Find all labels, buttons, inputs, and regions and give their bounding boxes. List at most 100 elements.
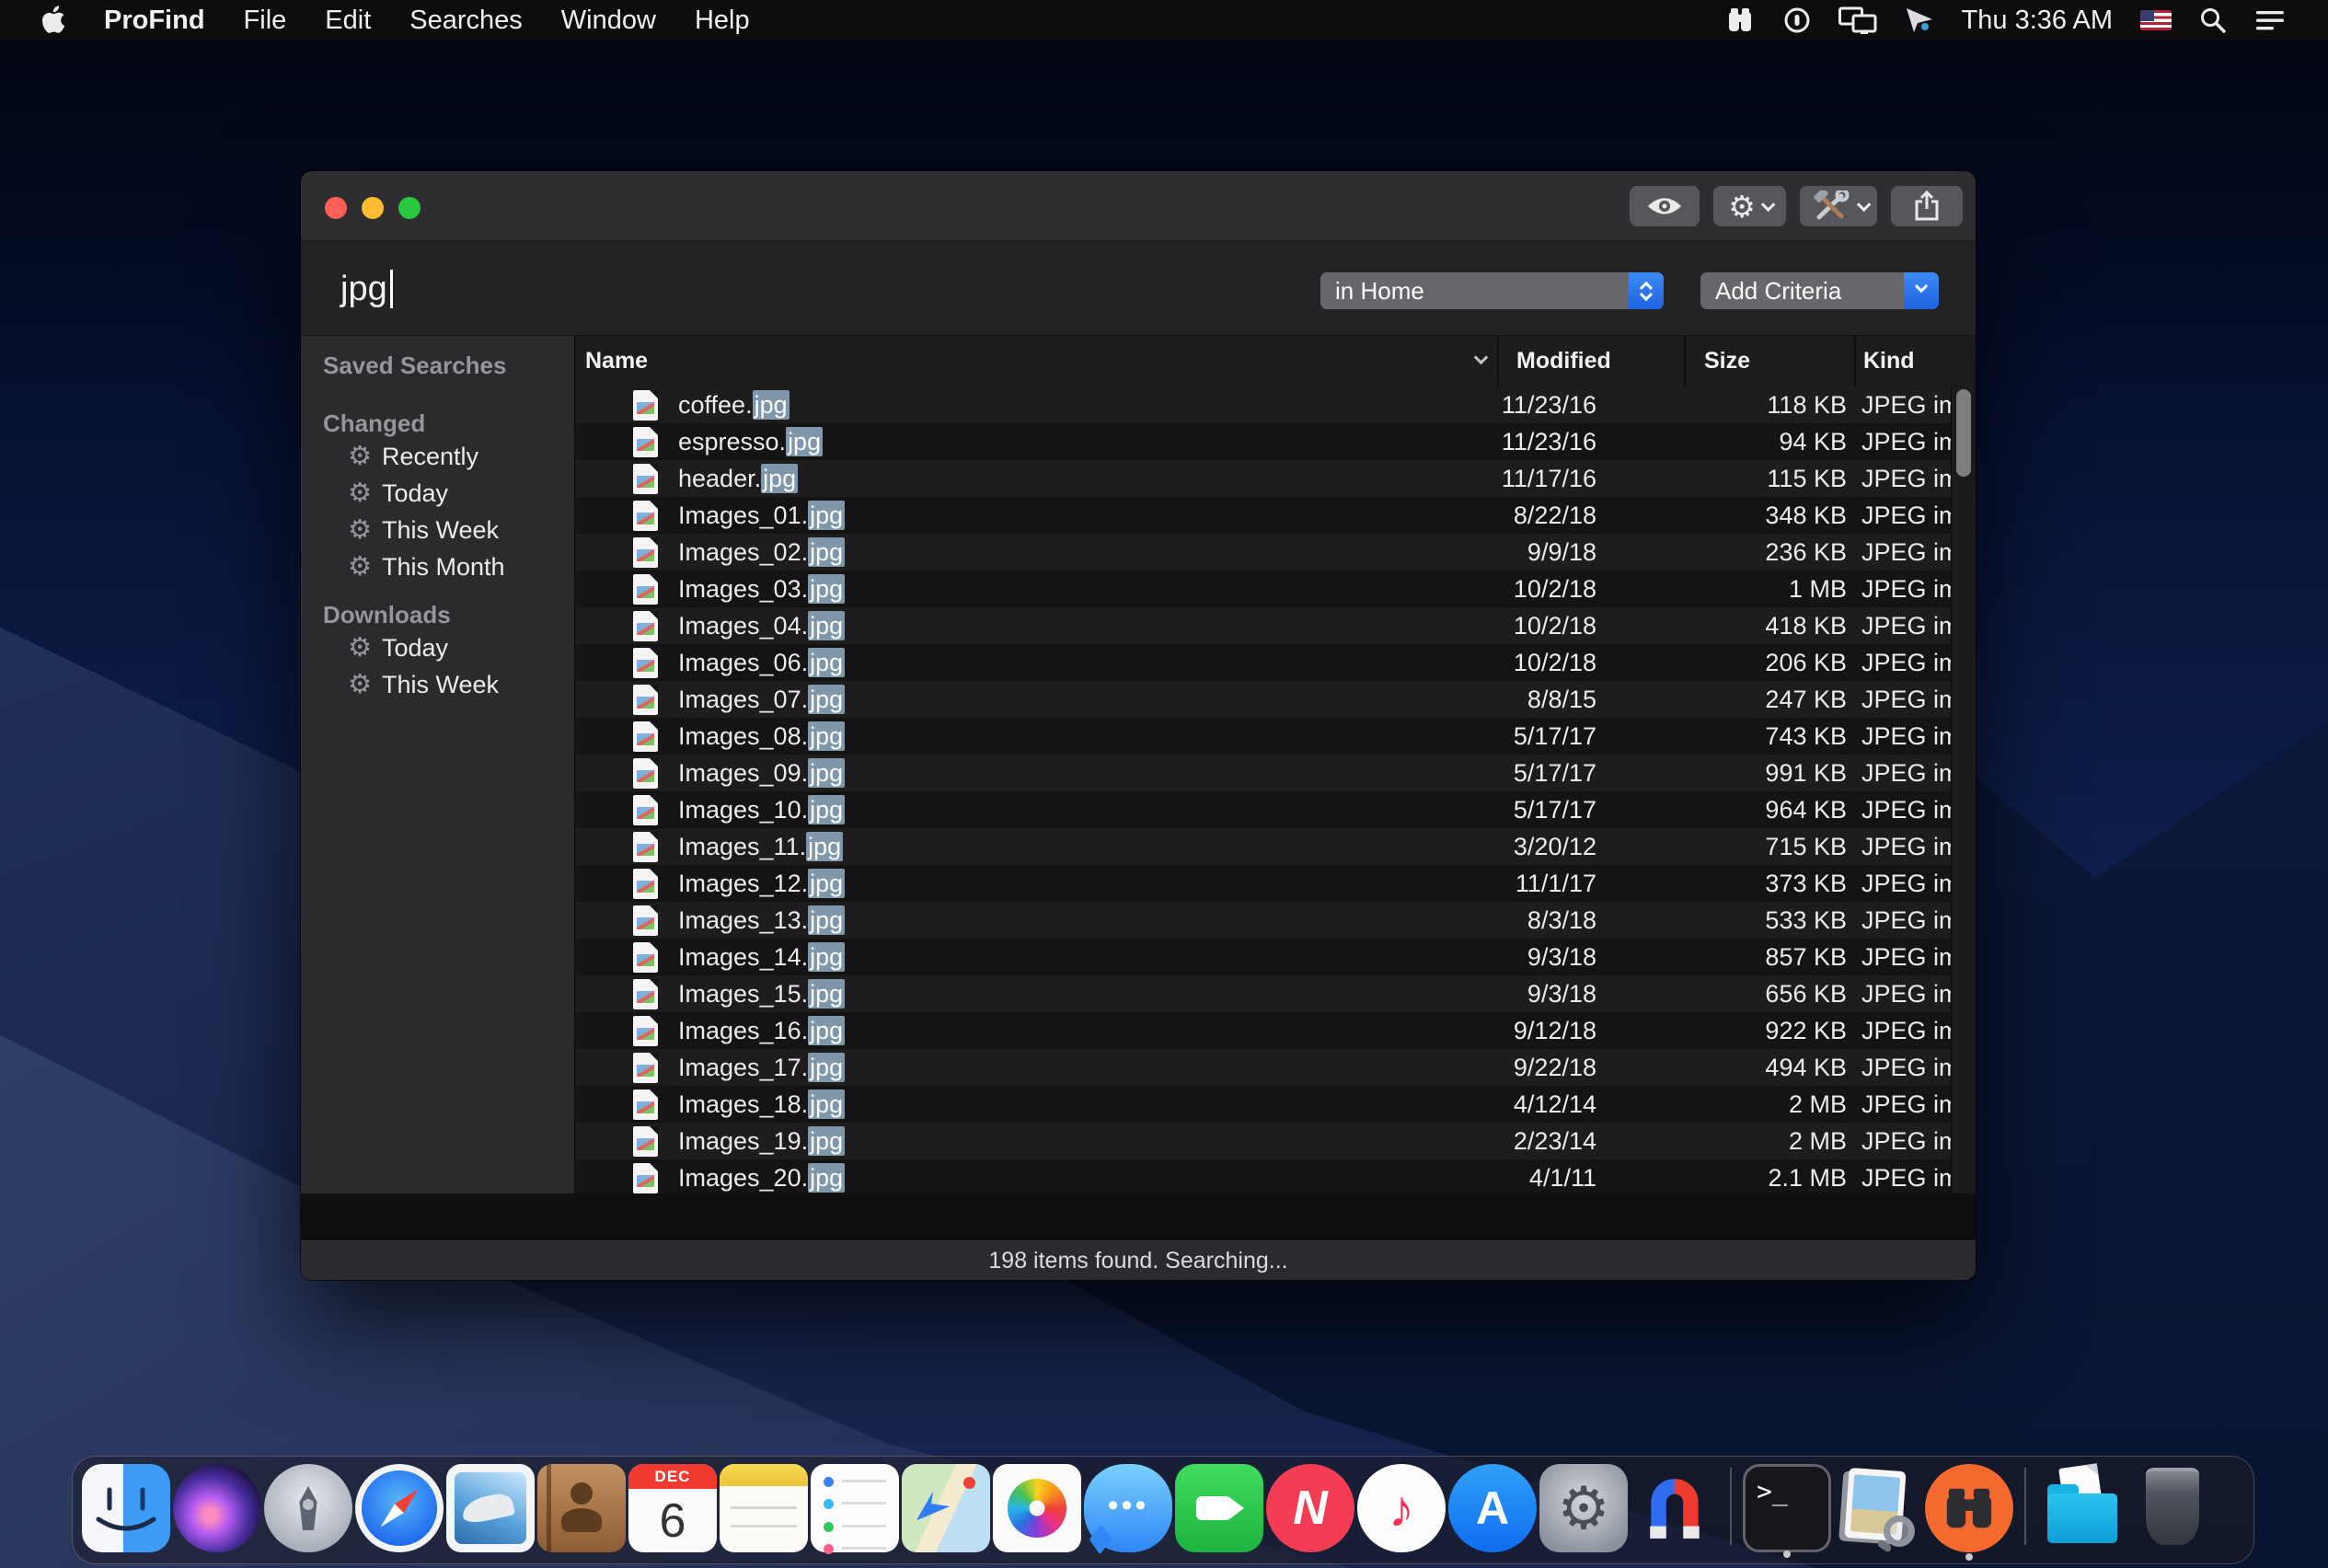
column-header-size[interactable]: Size <box>1684 336 1854 386</box>
menu-window[interactable]: Window <box>561 6 656 36</box>
actions-button[interactable]: ⚙ <box>1713 186 1786 226</box>
table-row[interactable]: Images_15.jpg 9/3/18 656 KB JPEG image <box>575 975 1976 1012</box>
dock-downloads-folder-icon[interactable] <box>2037 1464 2126 1552</box>
column-header-name[interactable]: Name <box>575 336 1497 386</box>
file-modified-date: 8/3/18 <box>1497 902 1684 939</box>
add-criteria-button[interactable]: Add Criteria <box>1700 272 1939 309</box>
profind-window: ⚙ jpg in Home Add Criteria Sav <box>301 171 1976 1280</box>
table-row[interactable]: Images_03.jpg 10/2/18 1 MB JPEG image <box>575 571 1976 607</box>
table-row[interactable]: Images_12.jpg 11/1/17 373 KB JPEG image <box>575 865 1976 902</box>
binoculars-status-icon[interactable] <box>1724 6 1756 34</box>
dock-notes-icon[interactable] <box>720 1464 808 1552</box>
dock-music-icon[interactable]: ♪ <box>1357 1464 1446 1552</box>
table-row[interactable]: Images_13.jpg 8/3/18 533 KB JPEG image <box>575 902 1976 939</box>
dock-magnet-icon[interactable] <box>1631 1464 1719 1552</box>
dock-finder-icon[interactable] <box>82 1464 170 1552</box>
table-row[interactable]: espresso.jpg 11/23/16 94 KB JPEG image <box>575 423 1976 460</box>
table-row[interactable]: coffee.jpg 11/23/16 118 KB JPEG image <box>575 386 1976 423</box>
quick-look-button[interactable] <box>1630 186 1700 226</box>
spotlight-search-icon[interactable] <box>2199 6 2227 34</box>
popup-chevrons-icon <box>1629 272 1664 309</box>
dock-reminders-icon[interactable] <box>811 1464 899 1552</box>
table-row[interactable]: Images_20.jpg 4/1/11 2.1 MB JPEG image <box>575 1159 1976 1193</box>
results-table: Name Modified Size Kind coffee.jpg 11/23… <box>575 336 1976 1193</box>
scrollbar-track[interactable] <box>1951 386 1976 1193</box>
dock-launchpad-icon[interactable] <box>264 1464 352 1552</box>
table-row[interactable]: Images_06.jpg 10/2/18 206 KB JPEG image <box>575 644 1976 681</box>
window-titlebar[interactable]: ⚙ <box>301 171 1976 241</box>
password-manager-icon[interactable] <box>1783 6 1811 34</box>
displays-status-icon[interactable] <box>1838 6 1877 34</box>
dock-maps-icon[interactable] <box>902 1464 990 1552</box>
table-row[interactable]: Images_17.jpg 9/22/18 494 KB JPEG image <box>575 1049 1976 1086</box>
sidebar-section-saved-searches: Saved Searches <box>323 351 574 380</box>
dock-safari-icon[interactable] <box>355 1464 444 1552</box>
dock-system-preferences-icon[interactable]: ⚙ <box>1539 1464 1628 1552</box>
dock-facetime-icon[interactable] <box>1175 1464 1263 1552</box>
file-size: 118 KB <box>1684 386 1854 423</box>
tools-button[interactable] <box>1800 186 1877 226</box>
file-modified-date: 3/20/12 <box>1497 828 1684 865</box>
dock-contacts-icon[interactable] <box>537 1464 626 1552</box>
search-match-highlight: jpg <box>808 942 845 972</box>
sidebar-item-downloads-this-week[interactable]: ⚙This Week <box>323 666 574 703</box>
close-button[interactable] <box>325 197 347 219</box>
menu-app-name[interactable]: ProFind <box>104 6 205 36</box>
zoom-button[interactable] <box>398 197 421 219</box>
dock-mail-icon[interactable] <box>446 1464 535 1552</box>
table-row[interactable]: Images_19.jpg 2/23/14 2 MB JPEG image <box>575 1123 1976 1159</box>
column-header-modified[interactable]: Modified <box>1497 336 1684 386</box>
search-match-highlight: jpg <box>808 574 845 604</box>
menu-file[interactable]: File <box>244 6 287 36</box>
menu-clock[interactable]: Thu 3:36 AM <box>1962 6 2113 36</box>
share-button[interactable] <box>1891 186 1963 226</box>
dock-profind-icon[interactable] <box>1925 1464 2013 1552</box>
minimize-button[interactable] <box>362 197 384 219</box>
sidebar-item-recently[interactable]: ⚙Recently <box>323 438 574 475</box>
search-match-highlight: jpg <box>808 1053 845 1082</box>
dock-news-icon[interactable]: N <box>1266 1464 1354 1552</box>
input-source-flag-icon[interactable] <box>2140 10 2172 30</box>
table-row[interactable]: Images_14.jpg 9/3/18 857 KB JPEG image <box>575 939 1976 975</box>
table-row[interactable]: Images_16.jpg 9/12/18 922 KB JPEG image <box>575 1012 1976 1049</box>
search-scope-select[interactable]: in Home <box>1320 272 1664 309</box>
table-row[interactable]: Images_10.jpg 5/17/17 964 KB JPEG image <box>575 791 1976 828</box>
menu-edit[interactable]: Edit <box>325 6 371 36</box>
dock-terminal-icon[interactable]: >_ <box>1743 1464 1831 1552</box>
table-row[interactable]: Images_18.jpg 4/12/14 2 MB JPEG image <box>575 1086 1976 1123</box>
sidebar: Saved Searches Changed ⚙Recently ⚙Today … <box>301 336 575 1193</box>
jpeg-file-icon <box>633 1163 658 1193</box>
status-bar: 198 items found. Searching... <box>301 1240 1976 1280</box>
dock-app-store-icon[interactable]: A <box>1448 1464 1537 1552</box>
send-cursor-icon[interactable] <box>1905 6 1934 34</box>
menu-help[interactable]: Help <box>695 6 750 36</box>
dock-photos-icon[interactable] <box>993 1464 1081 1552</box>
dock-calendar-icon[interactable]: DEC 6 <box>628 1464 717 1552</box>
prompt-icon: >_ <box>1757 1476 1788 1506</box>
sidebar-item-this-week[interactable]: ⚙This Week <box>323 512 574 548</box>
table-row[interactable]: Images_09.jpg 5/17/17 991 KB JPEG image <box>575 755 1976 791</box>
notification-center-icon[interactable] <box>2254 8 2286 32</box>
gear-icon: ⚙ <box>348 444 372 470</box>
sidebar-item-this-month[interactable]: ⚙This Month <box>323 548 574 585</box>
table-row[interactable]: Images_02.jpg 9/9/18 236 KB JPEG image <box>575 534 1976 571</box>
scrollbar-thumb[interactable] <box>1956 389 1971 477</box>
table-row[interactable]: Images_01.jpg 8/22/18 348 KB JPEG image <box>575 497 1976 534</box>
dock-trash-icon[interactable] <box>2128 1464 2217 1552</box>
sidebar-item-today[interactable]: ⚙Today <box>323 475 574 512</box>
table-row[interactable]: Images_04.jpg 10/2/18 418 KB JPEG image <box>575 607 1976 644</box>
dock-preview-icon[interactable] <box>1834 1464 1922 1552</box>
table-row[interactable]: Images_07.jpg 8/8/15 247 KB JPEG image <box>575 681 1976 718</box>
table-row[interactable]: Images_11.jpg 3/20/12 715 KB JPEG image <box>575 828 1976 865</box>
menu-searches[interactable]: Searches <box>409 6 523 36</box>
table-row[interactable]: Images_08.jpg 5/17/17 743 KB JPEG image <box>575 718 1976 755</box>
apple-menu-icon[interactable] <box>40 6 65 35</box>
dock: DEC 6 ••• N ♪ A ⚙ >_ <box>72 1456 2254 1564</box>
sidebar-item-downloads-today[interactable]: ⚙Today <box>323 629 574 666</box>
file-modified-date: 9/3/18 <box>1497 939 1684 975</box>
dock-messages-icon[interactable]: ••• <box>1084 1464 1172 1552</box>
column-header-kind[interactable]: Kind <box>1854 336 1976 386</box>
search-input[interactable]: jpg <box>340 266 393 312</box>
table-row[interactable]: header.jpg 11/17/16 115 KB JPEG image <box>575 460 1976 497</box>
dock-siri-icon[interactable] <box>173 1464 261 1552</box>
